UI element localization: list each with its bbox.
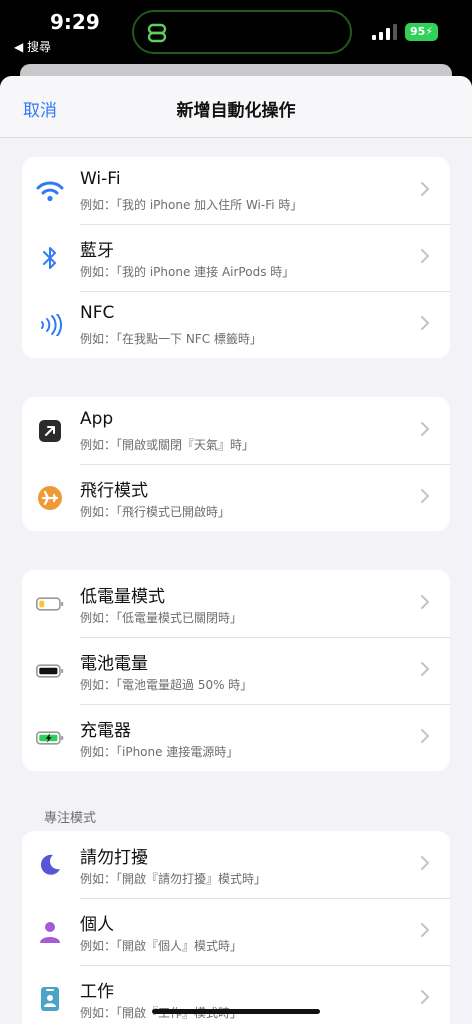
connectivity-group: Wi-Fi 例如：「我的 iPhone 加入住所 Wi-Fi 時」 藍牙 例如：… [22,157,450,358]
charger-icon [36,725,64,751]
list-item-charger[interactable]: 充電器 例如：「iPhone 連接電源時」 [22,704,450,771]
list-item-app[interactable]: App 例如：「開啟或關閉『天氣』時」 [22,397,450,464]
person-icon [36,919,64,945]
chevron-right-icon [421,422,429,436]
list-item-title: 工作 [80,982,114,1002]
new-automation-sheet: 取消 新增自動化操作 Wi-Fi 例如：「我的 iPhone 加入住所 Wi-F… [0,76,472,1024]
list-item-subtitle: 例如：「在我點一下 NFC 標籤時」 [80,332,262,346]
chevron-right-icon [421,489,429,503]
list-item-title: 電池電量 [80,654,148,674]
list-item-title: App [80,409,114,429]
back-to-app-link[interactable]: ◀ 搜尋 [14,38,51,55]
status-bar: 9:29 ◀ 搜尋 95⚡ [0,0,472,64]
cellular-signal-icon [372,24,397,40]
nfc-icon [36,312,64,338]
list-item-work[interactable]: 工作 例如：「開啟『工作』模式時」 [22,965,450,1024]
list-item-bluetooth[interactable]: 藍牙 例如：「我的 iPhone 連接 AirPods 時」 [22,224,450,291]
list-item-wifi[interactable]: Wi-Fi 例如：「我的 iPhone 加入住所 Wi-Fi 時」 [22,157,450,224]
list-item-title: 藍牙 [80,241,114,261]
page-title: 新增自動化操作 [176,101,296,121]
list-item-battery-level[interactable]: 電池電量 例如：「電池電量超過 50% 時」 [22,637,450,704]
list-item-subtitle: 例如：「我的 iPhone 加入住所 Wi-Fi 時」 [80,198,303,212]
navigation-bar: 取消 新增自動化操作 [0,76,472,138]
chevron-right-icon [421,729,429,743]
chevron-right-icon [421,316,429,330]
wifi-icon [36,178,64,204]
home-indicator[interactable] [152,1009,320,1014]
bluetooth-icon [36,245,64,271]
shortcuts-running-icon [147,23,167,43]
list-item-subtitle: 例如：「開啟『請勿打擾』模式時」 [80,872,267,886]
badge-icon [36,986,64,1012]
charging-bolt-icon: ⚡ [425,25,434,38]
chevron-right-icon [421,662,429,676]
chevron-right-icon [421,923,429,937]
list-item-subtitle: 例如：「開啟『個人』模式時」 [80,939,243,953]
list-item-subtitle: 例如：「低電量模式已關閉時」 [80,611,243,625]
low-battery-icon [36,591,64,617]
chevron-right-icon [421,856,429,870]
list-item-subtitle: 例如：「開啟或關閉『天氣』時」 [80,438,255,452]
list-item-title: 低電量模式 [80,587,165,607]
app-group: App 例如：「開啟或關閉『天氣』時」 飛行模式 例如：「飛行模式已開啟時」 [22,397,450,531]
battery-group: 低電量模式 例如：「低電量模式已關閉時」 電池電量 例如：「電池電量超過 50%… [22,570,450,771]
list-item-subtitle: 例如：「我的 iPhone 連接 AirPods 時」 [80,265,295,279]
app-icon [36,418,64,444]
list-item-title: 個人 [80,915,114,935]
status-time: 9:29 [50,10,100,34]
list-item-subtitle: 例如：「電池電量超過 50% 時」 [80,678,253,692]
airplane-icon [36,485,64,511]
chevron-right-icon [421,595,429,609]
chevron-right-icon [421,182,429,196]
list-item-title: Wi-Fi [80,169,121,189]
focus-group: 請勿打擾 例如：「開啟『請勿打擾』模式時」 個人 例如：「開啟『個人』模式時」 [22,831,450,1024]
chevron-right-icon [421,990,429,1004]
list-item-nfc[interactable]: NFC 例如：「在我點一下 NFC 標籤時」 [22,291,450,358]
list-item-title: NFC [80,303,115,323]
list-item-subtitle: 例如：「iPhone 連接電源時」 [80,745,239,759]
chevron-right-icon [421,249,429,263]
battery-icon [36,658,64,684]
moon-icon [36,852,64,878]
list-item-title: 請勿打擾 [80,848,148,868]
battery-level-indicator: 95⚡ [405,23,438,41]
list-item-personal[interactable]: 個人 例如：「開啟『個人』模式時」 [22,898,450,965]
list-item-airplane-mode[interactable]: 飛行模式 例如：「飛行模式已開啟時」 [22,464,450,531]
section-header-focus: 專注模式 [44,811,97,826]
list-item-subtitle: 例如：「飛行模式已開啟時」 [80,505,231,519]
list-item-do-not-disturb[interactable]: 請勿打擾 例如：「開啟『請勿打擾』模式時」 [22,831,450,898]
list-item-title: 充電器 [80,721,131,741]
battery-percentage: 95 [409,25,426,38]
dynamic-island[interactable] [132,10,352,54]
list-item-title: 飛行模式 [80,481,148,501]
list-item-low-power-mode[interactable]: 低電量模式 例如：「低電量模式已關閉時」 [22,570,450,637]
